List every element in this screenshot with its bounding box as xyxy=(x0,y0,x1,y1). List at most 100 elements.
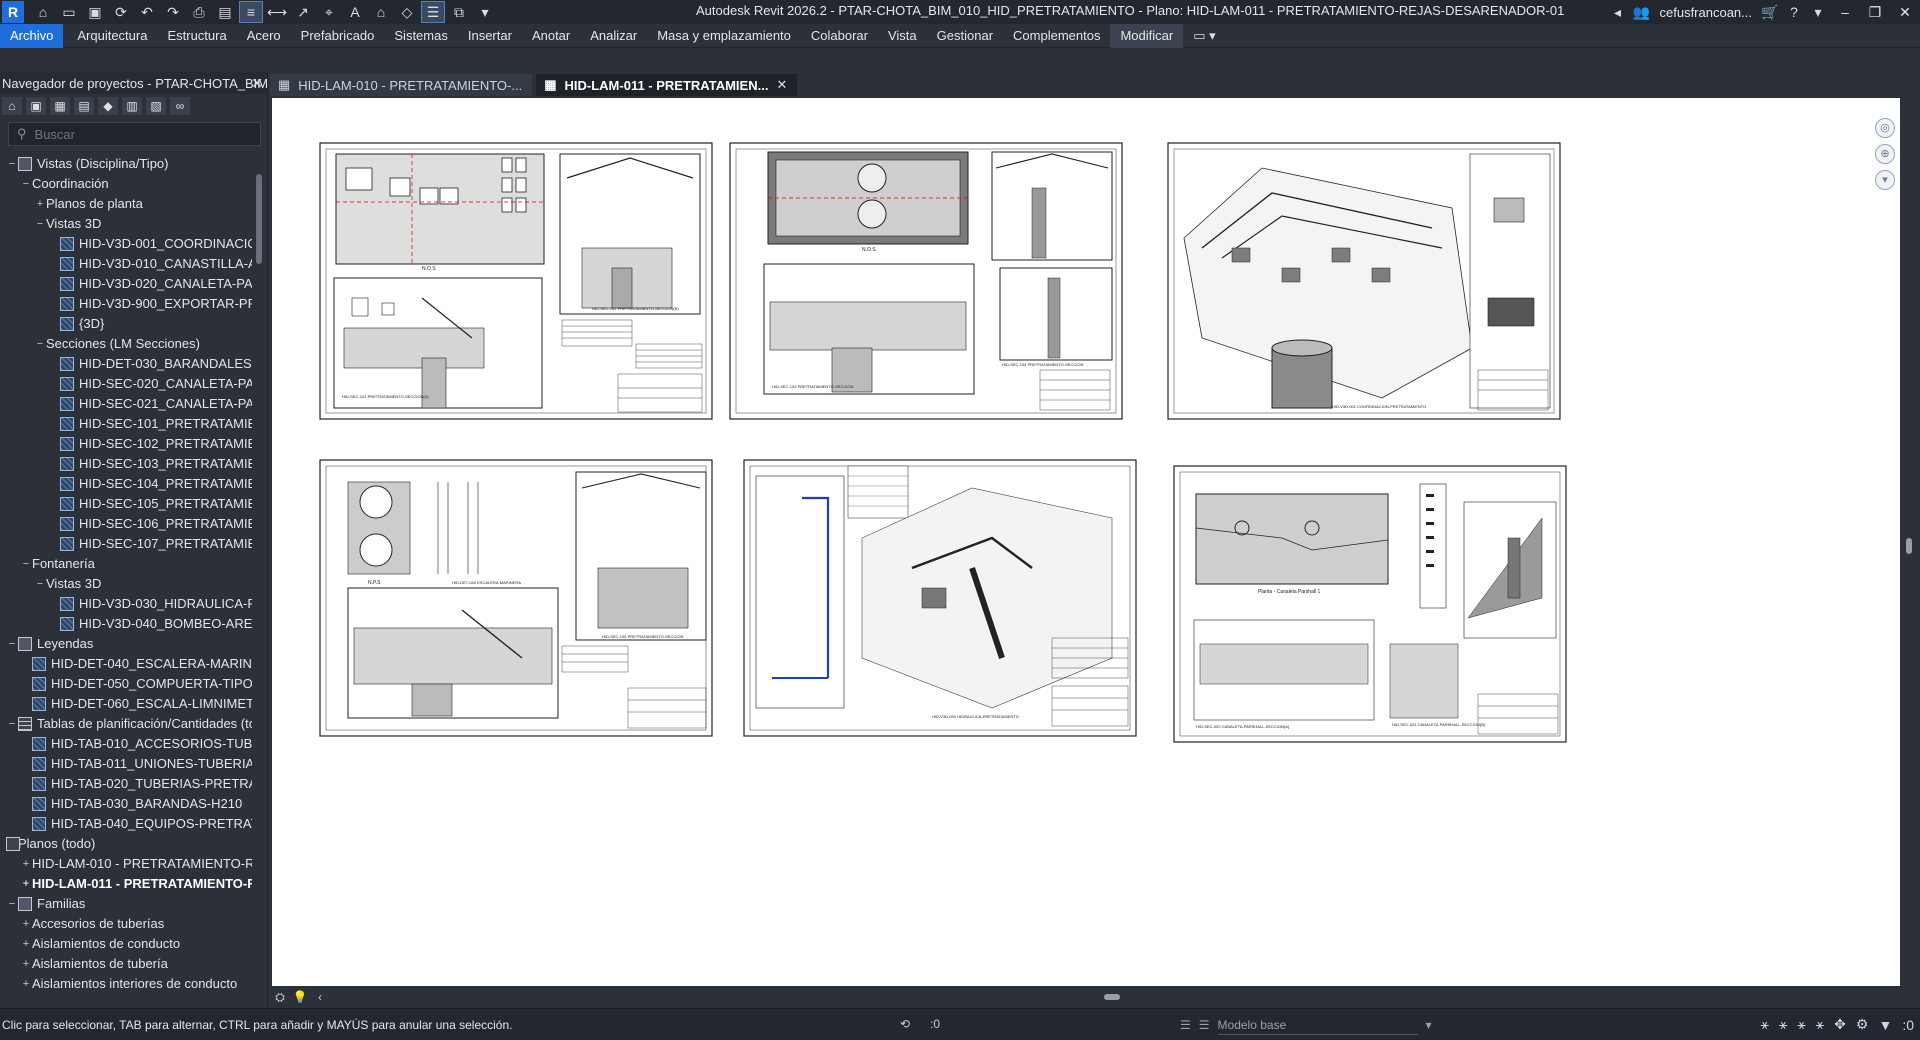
browser-node[interactable]: HID-SEC-021_CANALETA-PAR xyxy=(0,394,252,414)
browser-node[interactable]: − Coordinación xyxy=(0,174,252,194)
cart-icon[interactable]: 🛒 xyxy=(1758,4,1782,21)
collapse-icon[interactable]: − xyxy=(6,634,18,654)
print-icon[interactable]: ⎙ xyxy=(188,2,210,22)
open-icon[interactable]: ▭ xyxy=(58,2,80,22)
thin-lines-icon[interactable]: ≡ xyxy=(239,1,263,23)
filter-icon[interactable]: ▼ xyxy=(1878,1017,1892,1033)
tab-modificar[interactable]: Modificar xyxy=(1110,23,1184,48)
tab-estructura[interactable]: Estructura xyxy=(157,24,236,48)
expand-icon[interactable]: + xyxy=(20,954,32,974)
browser-node[interactable]: HID-SEC-103_PRETRATAMIEN xyxy=(0,454,252,474)
browser-node[interactable]: − Vistas 3D xyxy=(0,214,252,234)
expand-icon[interactable]: + xyxy=(20,934,32,954)
browser-node[interactable]: − Fontanería xyxy=(0,554,252,574)
close-browser-icon[interactable]: ✕ xyxy=(251,75,263,92)
browser-node[interactable]: − Secciones (LM Secciones) xyxy=(0,334,252,354)
collapse-icon[interactable]: − xyxy=(34,334,46,354)
browser-node[interactable]: + HID-LAM-011 - PRETRATAMIENTO-RI xyxy=(0,874,252,894)
close-hidden-icon[interactable]: ☰ xyxy=(421,1,445,23)
browser-scroll-thumb[interactable] xyxy=(256,174,262,264)
tab-arquitectura[interactable]: Arquitectura xyxy=(67,24,157,48)
undo-icon[interactable]: ↶ xyxy=(136,2,158,22)
viewport-sheet-5[interactable]: HID-V3D-030 HIDRAULICA-PRETRATAMIENTO xyxy=(743,459,1137,737)
view-control-icon[interactable]: ⛭ xyxy=(270,990,290,1005)
canvas-horizontal-scrollbar[interactable]: ⛭ 💡 ‹ xyxy=(270,986,1900,1008)
select-face-icon[interactable]: ⚹ xyxy=(1816,1016,1824,1033)
ribbon-minimize-icon[interactable]: ▭ ▾ xyxy=(1183,24,1225,48)
browser-link-icon[interactable]: ∞ xyxy=(170,97,190,115)
minimize-button[interactable]: – xyxy=(1830,4,1860,20)
browser-node[interactable]: + Aislamientos de conducto xyxy=(0,934,252,954)
browser-node[interactable]: HID-V3D-040_BOMBEO-AREN xyxy=(0,614,252,634)
scroll-left-icon[interactable]: ‹ xyxy=(310,990,330,1004)
expand-icon[interactable]: + xyxy=(20,974,32,994)
restore-button[interactable]: ❐ xyxy=(1860,4,1890,21)
viewport-sheet-6[interactable]: Planta - Canaleta Parshall 1 HID-SEC-020… xyxy=(1173,465,1567,743)
browser-node[interactable]: + Accesorios de tuberías xyxy=(0,914,252,934)
worksets-icon[interactable]: ⟲ xyxy=(900,1017,910,1031)
browser-node[interactable]: HID-TAB-020_TUBERIAS-PRETRATAM xyxy=(0,774,252,794)
browser-node[interactable]: HID-SEC-107_PRETRATAMIEN xyxy=(0,534,252,554)
collapse-icon[interactable]: − xyxy=(6,714,18,734)
browser-node[interactable]: HID-V3D-020_CANALETA-PAR xyxy=(0,274,252,294)
measure-icon[interactable]: ⟷ xyxy=(266,2,288,22)
doc-tab-lam-010[interactable]: ▦ HID-LAM-010 - PRETRATAMIENTO-... xyxy=(270,74,533,96)
browser-node[interactable]: − Vistas 3D xyxy=(0,574,252,594)
dimension-icon[interactable]: ↗ xyxy=(292,2,314,22)
tag-icon[interactable]: ⌖ xyxy=(318,2,340,22)
tab-gestionar[interactable]: Gestionar xyxy=(927,24,1003,48)
account-icon[interactable]: 👥 xyxy=(1630,4,1654,21)
zoom-icon[interactable]: ⊕ xyxy=(1875,144,1895,164)
tab-complementos[interactable]: Complementos xyxy=(1003,24,1110,48)
expand-icon[interactable]: + xyxy=(34,194,46,214)
browser-node[interactable]: − Vistas (Disciplina/Tipo) xyxy=(0,154,252,174)
search-arrow-icon[interactable]: ◂ xyxy=(1606,4,1630,21)
browser-families-icon[interactable]: ◆ xyxy=(98,97,118,115)
browser-node[interactable]: + Aislamientos de tubería xyxy=(0,954,252,974)
close-window-button[interactable]: ✕ xyxy=(1890,4,1920,21)
browser-node[interactable]: + Aislamientos interiores de conducto xyxy=(0,974,252,994)
browser-node[interactable]: HID-SEC-104_PRETRATAMIEN xyxy=(0,474,252,494)
tab-sistemas[interactable]: Sistemas xyxy=(384,24,457,48)
browser-node[interactable]: HID-SEC-106_PRETRATAMIEN xyxy=(0,514,252,534)
tab-insertar[interactable]: Insertar xyxy=(458,24,522,48)
navbar-dropdown-icon[interactable]: ▾ xyxy=(1875,170,1895,190)
browser-node[interactable]: HID-DET-030_BARANDALES-H xyxy=(0,354,252,374)
viewport-sheet-4[interactable]: N.P.S HID-DET-040 ESCALERA-MARINERA HID-… xyxy=(319,459,713,737)
browser-node[interactable]: +HID-LAM-010 - PRETRATAMIENTO-REJA xyxy=(0,854,252,874)
close-tab-icon[interactable]: ✕ xyxy=(776,77,787,93)
canvas-hscroll-thumb[interactable] xyxy=(1104,994,1120,1000)
save-icon[interactable]: ▣ xyxy=(84,2,106,22)
design-options-icon[interactable]: ☰ xyxy=(1180,1018,1191,1032)
view-3d-icon[interactable]: ⌂ xyxy=(370,2,392,22)
browser-node[interactable]: HID-V3D-010_CANASTILLA-A xyxy=(0,254,252,274)
help-dropdown-icon[interactable]: ▾ xyxy=(1806,4,1830,21)
browser-node[interactable]: −Planos (todo) xyxy=(0,834,252,854)
collapse-icon[interactable]: − xyxy=(34,214,46,234)
tab-masa-emplazamiento[interactable]: Masa y emplazamiento xyxy=(647,24,801,48)
browser-node[interactable]: HID-SEC-105_PRETRATAMIEN xyxy=(0,494,252,514)
browser-node[interactable]: HID-TAB-040_EQUIPOS-PRETRATAM xyxy=(0,814,252,834)
browser-node[interactable]: − Familias xyxy=(0,894,252,914)
switch-windows-icon[interactable]: ⧉ xyxy=(448,2,470,22)
select-pinned-icon[interactable]: ⚹ xyxy=(1797,1016,1805,1033)
tab-vista[interactable]: Vista xyxy=(878,24,927,48)
tab-acero[interactable]: Acero xyxy=(237,24,291,48)
sync-icon[interactable]: ⟳ xyxy=(110,2,132,22)
browser-schedules-icon[interactable]: ▤ xyxy=(74,97,94,115)
revit-logo-icon[interactable]: R xyxy=(2,1,24,23)
browser-node[interactable]: HID-V3D-030_HIDRAULICA-PI xyxy=(0,594,252,614)
canvas-vertical-scrollbar[interactable] xyxy=(1900,98,1920,986)
canvas-vscroll-thumb[interactable] xyxy=(1906,538,1912,554)
home-icon[interactable]: ⌂ xyxy=(32,2,54,22)
tab-archivo[interactable]: Archivo xyxy=(0,23,64,48)
drag-elements-icon[interactable]: ✥ xyxy=(1834,1016,1846,1033)
browser-node[interactable]: − Leyendas xyxy=(0,634,252,654)
tab-anotar[interactable]: Anotar xyxy=(522,24,580,48)
browser-node[interactable]: HID-TAB-011_UNIONES-TUBERIA xyxy=(0,754,252,774)
qat-dropdown-icon[interactable]: ▾ xyxy=(474,2,496,22)
browser-node[interactable]: {3D} xyxy=(0,314,252,334)
text-icon[interactable]: A xyxy=(344,2,366,22)
browser-node[interactable]: HID-DET-060_ESCALA-LIMNIMETRIC xyxy=(0,694,252,714)
browser-views-icon[interactable]: ▣ xyxy=(26,97,46,115)
